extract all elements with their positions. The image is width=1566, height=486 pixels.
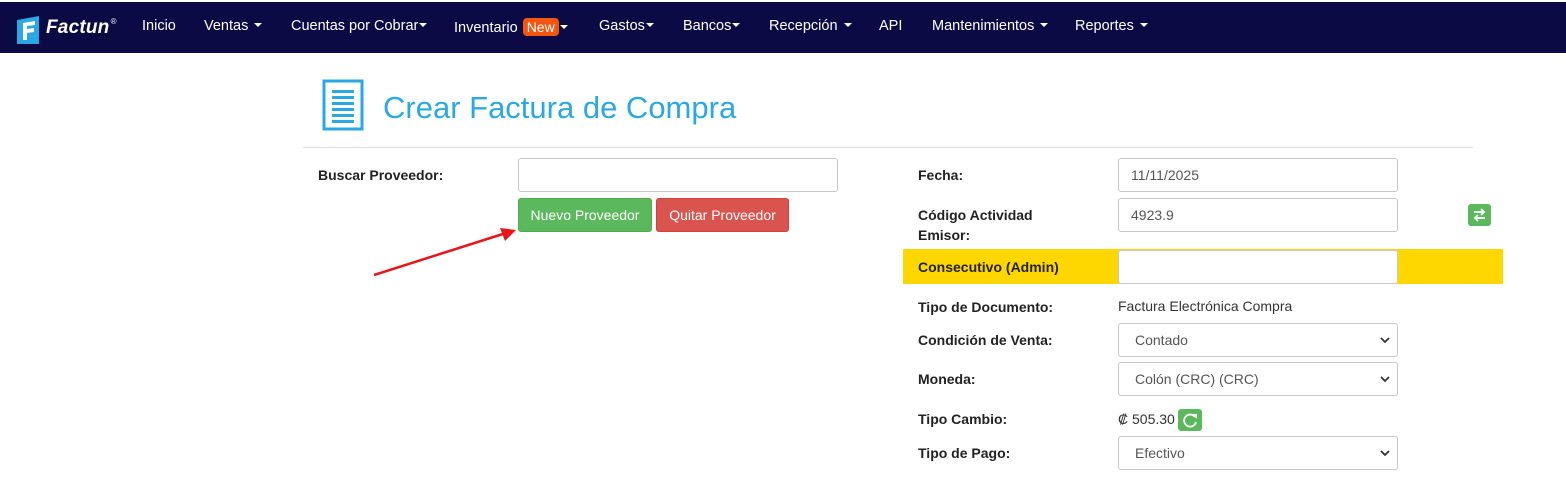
- document-list-icon: [322, 79, 364, 131]
- navbar-top-edge: [0, 0, 1566, 2]
- nav-inicio[interactable]: Inicio: [142, 18, 176, 34]
- swap-arrows-icon: [1473, 208, 1486, 222]
- chevron-down-icon: [1380, 450, 1390, 457]
- swap-activity-button[interactable]: [1468, 204, 1491, 226]
- annotation-arrow-icon: [373, 228, 516, 277]
- consecutivo-label: Consecutivo (Admin): [918, 259, 1059, 275]
- actividad-label-line1: Código Actividad: [918, 207, 1033, 223]
- fecha-input[interactable]: [1118, 158, 1398, 192]
- nav-mantenimientos[interactable]: Mantenimientos: [932, 18, 1049, 34]
- caret-down-icon: [732, 23, 741, 28]
- condicion-venta-select[interactable]: Contado: [1118, 323, 1398, 357]
- header-divider: [303, 147, 1473, 148]
- refresh-icon: [1183, 413, 1197, 428]
- nav-recepcion[interactable]: Recepción: [769, 18, 852, 34]
- brand-logo[interactable]: Factun®: [13, 12, 116, 46]
- actividad-label-line2: Emisor:: [918, 227, 971, 243]
- remove-supplier-button[interactable]: Quitar Proveedor: [656, 198, 789, 232]
- caret-down-icon: [419, 23, 428, 28]
- tipo-documento-label: Tipo de Documento:: [918, 299, 1054, 315]
- condicion-venta-selected: Contado: [1135, 332, 1188, 348]
- new-supplier-button[interactable]: Nuevo Proveedor: [518, 198, 652, 232]
- consecutivo-input[interactable]: [1118, 250, 1398, 284]
- nav-cuentas-por-cobrar[interactable]: Cuentas por Cobrar: [291, 18, 428, 34]
- new-badge: New: [522, 18, 559, 36]
- nav-reportes[interactable]: Reportes: [1075, 18, 1148, 34]
- chevron-down-icon: [1380, 376, 1390, 383]
- tipo-cambio-value: ₡ 505.30: [1118, 411, 1175, 427]
- brand-name: Factun®: [46, 17, 117, 38]
- nav-api[interactable]: API: [879, 18, 902, 34]
- factun-logo-icon: [17, 16, 39, 44]
- tipo-pago-label: Tipo de Pago:: [918, 445, 1011, 461]
- moneda-select[interactable]: Colón (CRC) (CRC): [1118, 362, 1398, 396]
- nav-bancos[interactable]: Bancos: [683, 18, 741, 34]
- tipo-cambio-label: Tipo Cambio:: [918, 411, 1008, 427]
- caret-down-icon: [1139, 23, 1148, 28]
- actividad-input[interactable]: [1118, 198, 1398, 232]
- search-supplier-label: Buscar Proveedor:: [318, 167, 444, 183]
- caret-down-icon: [1040, 23, 1049, 28]
- nav-ventas[interactable]: Ventas: [204, 18, 263, 34]
- nav-inventario[interactable]: Inventario New: [454, 18, 568, 36]
- top-navbar: Factun® Inicio Ventas Cuentas por Cobrar…: [0, 0, 1566, 53]
- moneda-label: Moneda:: [918, 371, 976, 387]
- chevron-down-icon: [1380, 337, 1390, 344]
- caret-down-icon: [843, 23, 852, 28]
- tipo-pago-selected: Efectivo: [1135, 445, 1185, 461]
- condicion-venta-label: Condición de Venta:: [918, 332, 1053, 348]
- fecha-label: Fecha:: [918, 167, 964, 183]
- page-title: Crear Factura de Compra: [383, 90, 737, 125]
- caret-down-icon: [254, 23, 263, 28]
- tipo-documento-value: Factura Electrónica Compra: [1118, 298, 1293, 314]
- refresh-exchange-button[interactable]: [1178, 409, 1202, 431]
- search-supplier-input[interactable]: [518, 158, 838, 192]
- tipo-pago-select[interactable]: Efectivo: [1118, 436, 1398, 470]
- caret-down-icon: [559, 25, 568, 30]
- nav-gastos[interactable]: Gastos: [599, 18, 654, 34]
- moneda-selected: Colón (CRC) (CRC): [1135, 371, 1259, 387]
- caret-down-icon: [645, 23, 654, 28]
